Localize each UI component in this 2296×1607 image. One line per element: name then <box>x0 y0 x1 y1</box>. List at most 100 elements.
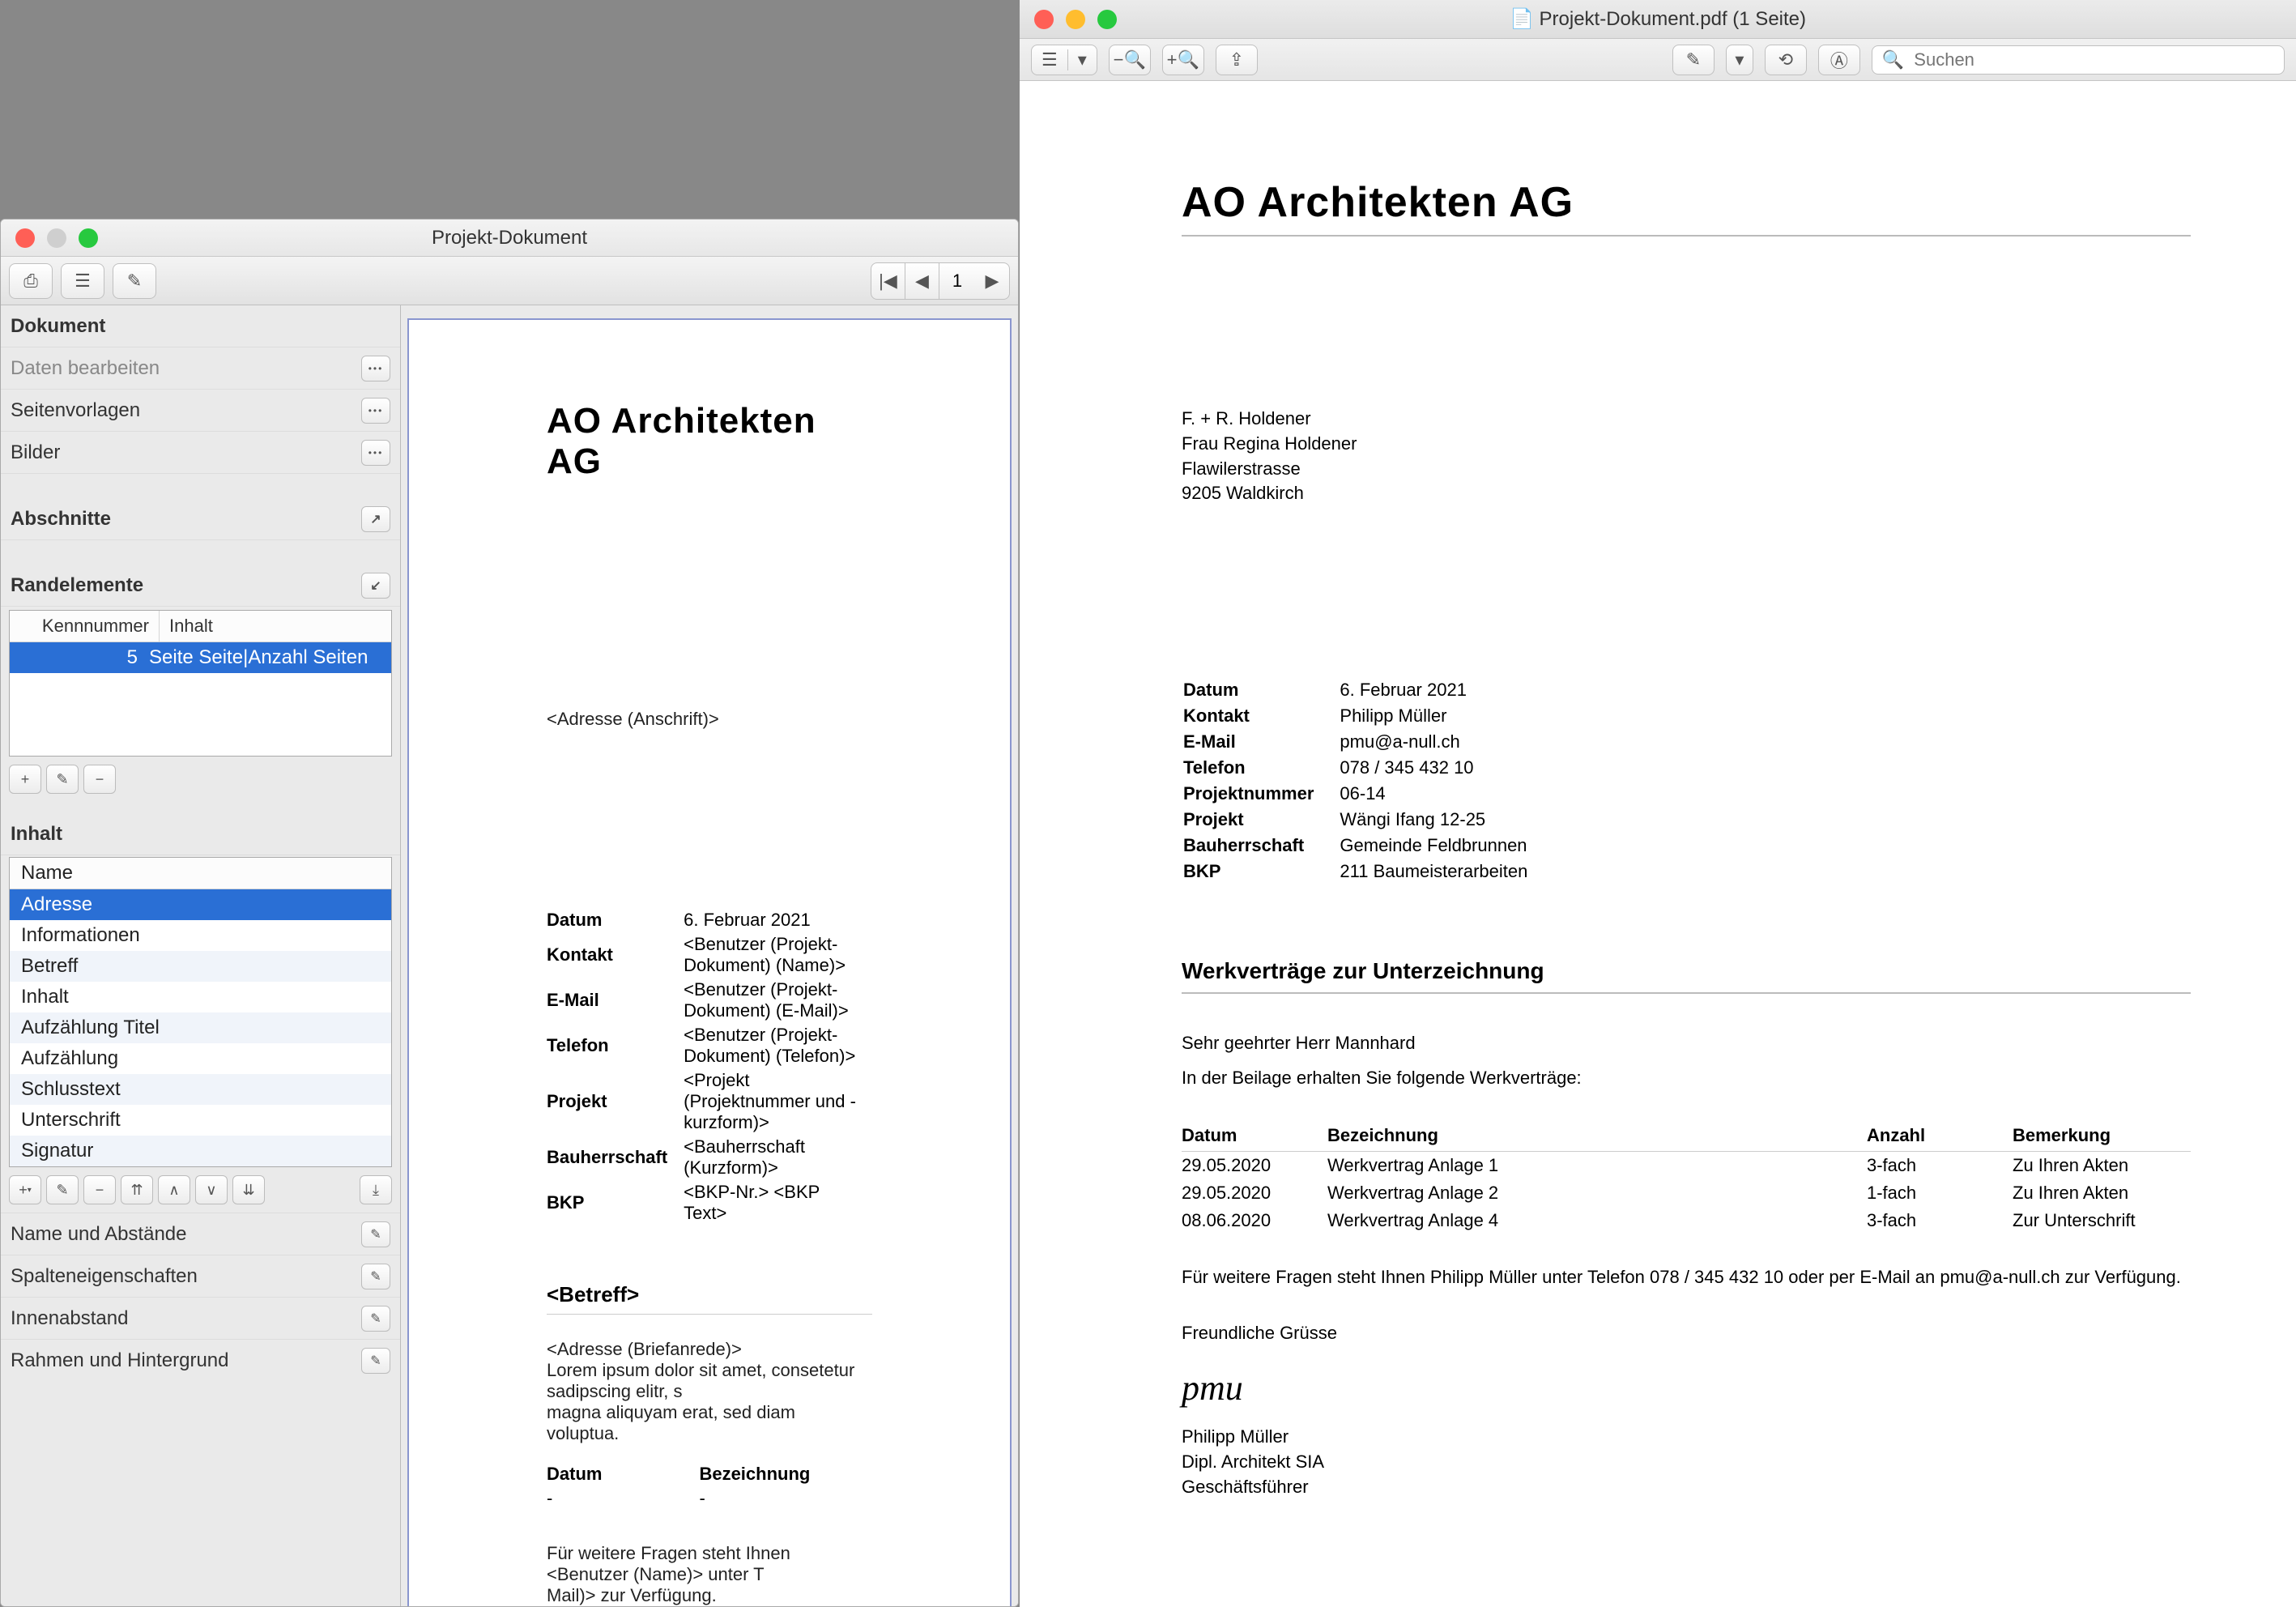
template-lorem: Lorem ipsum dolor sit amet, consetetur s… <box>547 1360 872 1444</box>
prop-columns-label: Spalteneigenschaften <box>11 1265 198 1288</box>
inhalt-item[interactable]: Informationen <box>10 920 391 951</box>
prop-padding-label: Innenabstand <box>11 1307 128 1330</box>
prop-name-edit-button[interactable] <box>361 1221 390 1247</box>
inhalt-edit-button[interactable]: ✎ <box>46 1175 79 1204</box>
table-row: 29.05.2020 Werkvertrag Anlage 1 3-fach Z… <box>1182 1152 2191 1180</box>
pdf-titlebar: Projekt-Dokument.pdf (1 Seite) <box>1020 0 2296 39</box>
first-page-button[interactable]: |◀ <box>871 263 905 299</box>
zoom-out-button[interactable]: −🔍 <box>1109 45 1151 75</box>
zoom-in-button[interactable]: +🔍 <box>1162 45 1204 75</box>
rand-col-inhalt: Inhalt <box>160 611 391 642</box>
page-templates-more-button[interactable] <box>361 398 390 424</box>
template-attach-headers: DatumBezeichnung -- <box>547 1444 826 1511</box>
inhalt-item[interactable]: Aufzählung Titel <box>10 1012 391 1043</box>
inhalt-item[interactable]: Signatur <box>10 1136 391 1166</box>
randelemente-btn-strip: + ✎ − <box>1 761 400 802</box>
inhalt-move-bottom-button[interactable]: ⇊ <box>232 1175 265 1204</box>
abschnitte-expand-button[interactable] <box>361 506 390 532</box>
pdf-search[interactable]: 🔍 <box>1872 45 2285 75</box>
edit-data-more-button[interactable] <box>361 356 390 382</box>
pdf-greeting: Freundliche Grüsse <box>1182 1319 2191 1346</box>
sliders-icon: ☰ <box>75 271 91 292</box>
pdf-intro: In der Beilage erhalten Sie folgende Wer… <box>1182 1064 2191 1091</box>
images-more-button[interactable] <box>361 440 390 466</box>
table-row: 29.05.2020 Werkvertrag Anlage 2 1-fach Z… <box>1182 1179 2191 1207</box>
editor-titlebar: Projekt-Dokument <box>1 220 1018 257</box>
inhalt-item[interactable]: Unterschrift <box>10 1105 391 1136</box>
rand-add-button[interactable]: + <box>9 765 41 794</box>
pdf-toolbar: ☰▾ −🔍 +🔍 ⇪ ✎ ▾ ⟲ Ⓐ 🔍 <box>1020 39 2296 81</box>
inhalt-move-top-button[interactable]: ⇈ <box>121 1175 153 1204</box>
rand-edit-button[interactable]: ✎ <box>46 765 79 794</box>
next-page-button[interactable]: ▶ <box>975 263 1009 299</box>
page-templates-label: Seitenvorlagen <box>11 399 140 422</box>
markup-button[interactable]: ✎ <box>1672 45 1715 75</box>
inhalt-item[interactable]: Adresse <box>10 889 391 920</box>
section-randelemente-header[interactable]: Randelemente <box>1 565 400 607</box>
pdf-closing: Für weitere Fragen steht Ihnen Philipp M… <box>1182 1264 2191 1290</box>
inhalt-list: Name Adresse Informationen Betreff Inhal… <box>9 857 392 1167</box>
randelemente-row[interactable]: 5 Seite Seite|Anzahl Seiten <box>10 642 391 673</box>
edit-button[interactable]: ✎ <box>113 263 156 299</box>
pencil-icon: ✎ <box>127 271 142 292</box>
pdf-info-block: Datum6. Februar 2021 KontaktPhilipp Müll… <box>1182 676 2191 885</box>
editor-title: Projekt-Dokument <box>1 227 1018 249</box>
pdf-attachments-table: Datum Bezeichnung Anzahl Bemerkung 29.05… <box>1182 1120 2191 1234</box>
template-info-table: Datum6. Februar 2021 Kontakt<Benutzer (P… <box>547 908 872 1225</box>
sidebar-item-page-templates[interactable]: Seitenvorlagen <box>1 390 400 432</box>
prop-columns-row[interactable]: Spalteneigenschaften <box>1 1255 400 1297</box>
table-row: 08.06.2020 Werkvertrag Anlage 4 3-fach Z… <box>1182 1207 2191 1234</box>
images-label: Bilder <box>11 441 60 464</box>
inhalt-export-button[interactable]: ⤓ <box>360 1175 392 1204</box>
editor-toolbar: ⎙ ☰ ✎ |◀ ◀ 1 ▶ <box>1 257 1018 305</box>
inhalt-move-up-button[interactable]: ∧ <box>158 1175 190 1204</box>
pdf-address: F. + R. Holdener Frau Regina Holdener Fl… <box>1182 407 2191 506</box>
inhalt-item[interactable]: Inhalt <box>10 982 391 1012</box>
prop-padding-row[interactable]: Innenabstand <box>1 1297 400 1339</box>
print-icon: ⎙ <box>23 271 38 292</box>
rand-col-kennnummer: Kennnummer <box>10 611 160 642</box>
settings-button[interactable]: ☰ <box>61 263 104 299</box>
markup-dropdown-button[interactable]: ▾ <box>1726 45 1753 75</box>
search-input[interactable] <box>1912 49 2274 71</box>
rand-row-text: Seite Seite|Anzahl Seiten <box>149 646 381 669</box>
print-button[interactable]: ⎙ <box>9 263 53 299</box>
chevron-down-icon: ▾ <box>1068 49 1097 70</box>
page-nav: |◀ ◀ 1 ▶ <box>871 262 1010 300</box>
pdf-sig-block: Philipp Müller Dipl. Architekt SIA Gesch… <box>1182 1425 2191 1499</box>
pdf-signature: pmu <box>1182 1367 2191 1409</box>
template-briefanrede: <Adresse (Briefanrede)> <box>547 1339 872 1360</box>
inhalt-move-down-button[interactable]: ∨ <box>195 1175 228 1204</box>
section-document-header: Dokument <box>1 305 400 347</box>
sidebar-item-images[interactable]: Bilder <box>1 432 400 474</box>
inhalt-item[interactable]: Schlusstext <box>10 1074 391 1105</box>
template-betreff: <Betreff> <box>547 1282 872 1315</box>
rand-remove-button[interactable]: − <box>83 765 116 794</box>
text-tool-button[interactable]: Ⓐ <box>1818 45 1860 75</box>
inhalt-item[interactable]: Betreff <box>10 951 391 982</box>
inhalt-remove-button[interactable]: − <box>83 1175 116 1204</box>
prop-padding-edit-button[interactable] <box>361 1306 390 1332</box>
randelemente-collapse-button[interactable] <box>361 573 390 599</box>
inhalt-btn-strip: + ✎ − ⇈ ∧ ∨ ⇊ ⤓ <box>1 1172 400 1213</box>
sidebar-toggle-button[interactable]: ☰▾ <box>1031 45 1097 75</box>
template-preview[interactable]: AO Architekten AG <Adresse (Anschrift)> … <box>401 305 1018 1606</box>
section-inhalt-header: Inhalt <box>1 813 400 855</box>
pdf-title: Projekt-Dokument.pdf (1 Seite) <box>1020 7 2296 31</box>
prop-frame-edit-button[interactable] <box>361 1348 390 1374</box>
prop-columns-edit-button[interactable] <box>361 1264 390 1289</box>
rand-row-num: 5 <box>19 646 149 669</box>
prop-frame-row[interactable]: Rahmen und Hintergrund <box>1 1339 400 1381</box>
sidebar-icon: ☰ <box>1032 49 1068 70</box>
rotate-button[interactable]: ⟲ <box>1765 45 1807 75</box>
page-number: 1 <box>939 271 975 292</box>
inhalt-item[interactable]: Aufzählung <box>10 1043 391 1074</box>
search-icon: 🔍 <box>1882 49 1904 70</box>
share-button[interactable]: ⇪ <box>1216 45 1258 75</box>
prop-name-row[interactable]: Name und Abstände <box>1 1213 400 1255</box>
prev-page-button[interactable]: ◀ <box>905 263 939 299</box>
template-page: AO Architekten AG <Adresse (Anschrift)> … <box>407 318 1012 1606</box>
section-abschnitte-header[interactable]: Abschnitte <box>1 498 400 540</box>
inhalt-add-button[interactable]: + <box>9 1175 41 1204</box>
sidebar-item-edit-data[interactable]: Daten bearbeiten <box>1 347 400 390</box>
